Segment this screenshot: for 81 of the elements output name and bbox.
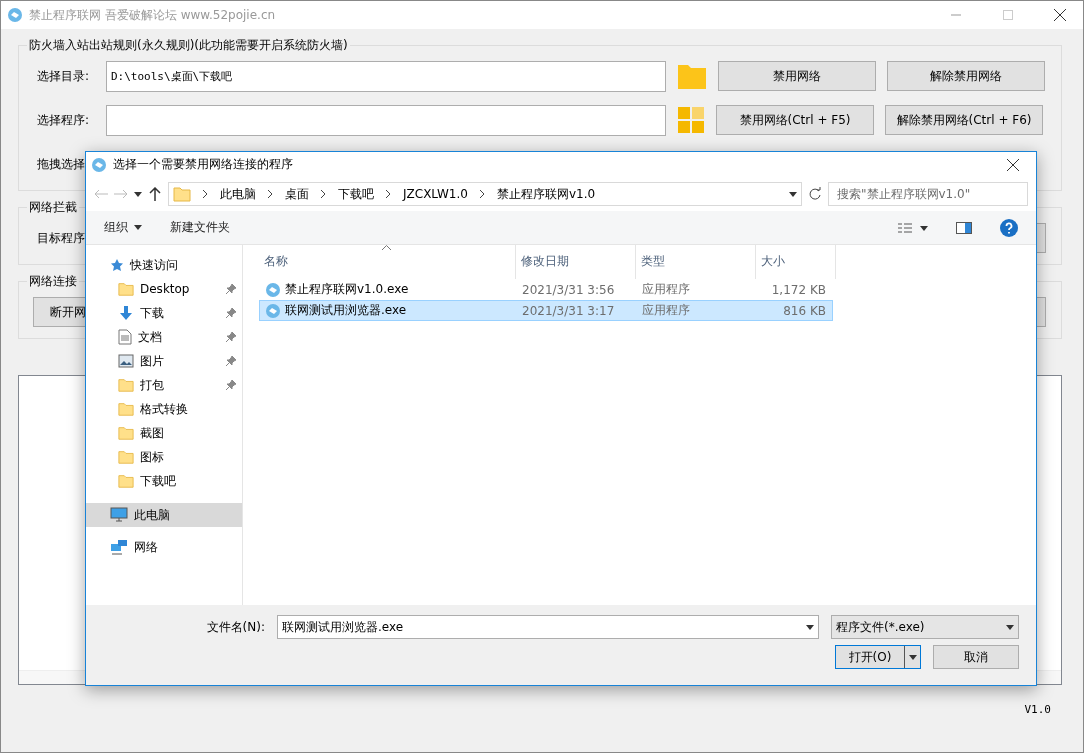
version-label: V1.0 (1024, 703, 1051, 716)
filename-field[interactable]: 联网测试用浏览器.exe (277, 615, 819, 639)
field-label: 文件名(N): (206, 618, 265, 636)
chevron-icon (479, 190, 485, 198)
breadcrumb-item[interactable]: JZCXLW1.0 (403, 187, 468, 201)
nav-item[interactable]: 截图 (86, 421, 242, 445)
window-title: 禁止程序联网 吾爱破解论坛 www.52pojie.cn (29, 6, 277, 24)
action-button[interactable]: 禁用网络 (718, 61, 876, 91)
action-button[interactable]: 解除禁用网络 (887, 61, 1045, 91)
action-button[interactable]: 解除禁用网络(Ctrl + F6) (885, 105, 1043, 135)
address-bar[interactable]: 此电脑 桌面 下载吧 JZCXLW1.0 禁止程序联网v1.0 (168, 182, 802, 206)
nav-item[interactable]: 格式转换 (86, 397, 242, 421)
nav-item[interactable]: 网络 (86, 535, 242, 559)
folder-icon (118, 377, 134, 393)
open-button[interactable]: 打开(O) (835, 645, 921, 669)
file-row[interactable]: 禁止程序联网v1.0.exe 2021/3/31 3:56 应用程序 1,172 KB (259, 279, 833, 300)
chevron-icon (203, 190, 208, 198)
app-icon (265, 302, 281, 319)
folder-icon (118, 449, 134, 465)
folder-icon (118, 425, 134, 441)
breadcrumb-item[interactable]: 此电脑 (220, 185, 256, 203)
computer-icon (110, 507, 128, 523)
group-title: 防火墙入站出站规则(永久规则)(此功能需要开启系统防火墙) (28, 37, 349, 54)
column-header[interactable]: 名称 (259, 245, 516, 279)
caret-icon (789, 191, 797, 197)
file-row[interactable]: 联网测试用浏览器.exe 2021/3/31 3:17 应用程序 816 KB (259, 300, 833, 321)
preview-pane-icon[interactable] (956, 221, 972, 234)
search-field[interactable]: 搜索"禁止程序联网v1.0" (828, 182, 1028, 206)
toolbar-button[interactable]: 新建文件夹 (170, 219, 230, 236)
image-icon (118, 354, 134, 368)
refresh-icon[interactable] (808, 187, 822, 201)
breadcrumb-item[interactable]: 禁止程序联网v1.0 (496, 185, 596, 203)
toolbar-button[interactable]: 组织 (104, 219, 142, 236)
filetype-dropdown[interactable]: 程序文件(*.exe) (831, 615, 1019, 639)
dialog-title: 选择一个需要禁用网络连接的程序 (113, 156, 294, 173)
app-icon (7, 7, 23, 23)
nav-item[interactable]: 此电脑 (86, 503, 242, 527)
sort-icon (382, 245, 391, 250)
view-icon[interactable] (898, 221, 928, 234)
group-title: 网络拦截 (28, 199, 78, 216)
nav-item[interactable]: 下载吧 (86, 469, 242, 493)
action-button[interactable]: 禁用网络(Ctrl + F5) (716, 105, 874, 135)
download-icon (118, 305, 134, 321)
nav-item[interactable]: 图片 (86, 349, 242, 373)
field-label: 目标程序 (37, 229, 86, 247)
nav-item[interactable]: 快速访问 (86, 253, 242, 277)
nav-item[interactable]: 文档 (86, 325, 242, 349)
chevron-icon (268, 190, 273, 198)
field-label: 拖拽选择 (37, 155, 86, 173)
app-icon (91, 156, 107, 173)
caret-icon (1006, 624, 1014, 630)
path-field[interactable] (106, 104, 666, 136)
breadcrumb-item[interactable]: 下载吧 (338, 185, 374, 203)
nav-item[interactable]: Desktop (86, 277, 242, 301)
caret-icon (908, 654, 917, 660)
chevron-icon (321, 190, 326, 198)
document-icon (118, 329, 132, 345)
field-label: 选择目录: (37, 67, 91, 85)
nav-item[interactable]: 图标 (86, 445, 242, 469)
folder-icon (118, 473, 134, 489)
field-label: 选择程序: (37, 111, 91, 129)
nav-item[interactable]: 打包 (86, 373, 242, 397)
caret-icon (134, 191, 142, 197)
help-icon[interactable] (1000, 218, 1018, 237)
column-header[interactable]: 修改日期 (516, 245, 636, 279)
folder-icon (173, 185, 191, 203)
star-icon (110, 258, 124, 272)
path-field[interactable]: D:\tools\桌面\下载吧 (106, 60, 666, 92)
chevron-icon (386, 190, 391, 198)
group-title: 网络连接 (28, 273, 78, 290)
column-header[interactable]: 类型 (636, 245, 756, 279)
nav-item[interactable]: 下载 (86, 301, 242, 325)
breadcrumb-item[interactable]: 桌面 (285, 185, 309, 203)
network-icon (110, 539, 128, 555)
caret-icon (134, 225, 142, 230)
cancel-button[interactable]: 取消 (933, 645, 1019, 669)
folder-icon (118, 401, 134, 417)
caret-icon (806, 624, 814, 630)
app-icon (265, 281, 281, 298)
column-header[interactable]: 大小 (756, 245, 836, 279)
up-icon[interactable] (148, 187, 162, 201)
